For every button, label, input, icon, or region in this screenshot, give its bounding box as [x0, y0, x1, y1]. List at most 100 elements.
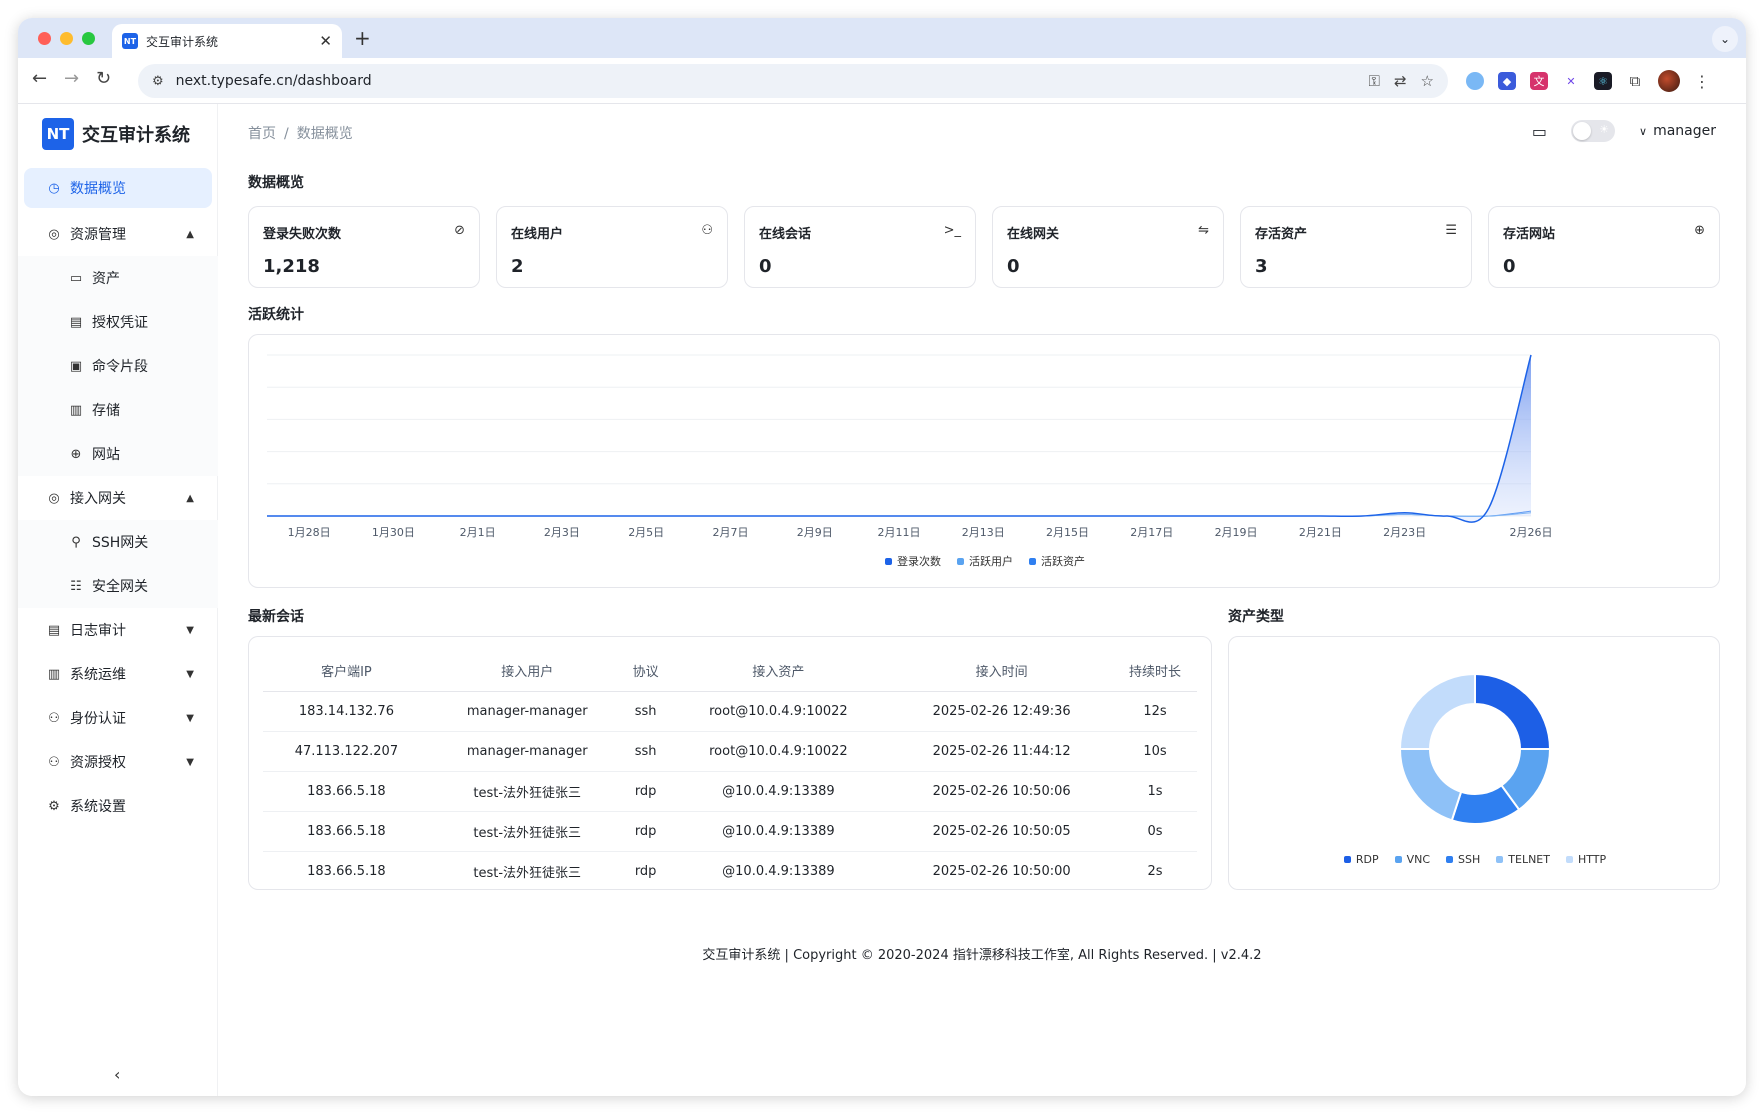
bookmark-star-icon[interactable]: ☆ [1421, 72, 1434, 90]
donut-slice-TELNET[interactable] [1398, 748, 1463, 822]
tab-close-icon[interactable]: ✕ [319, 32, 332, 50]
sidebar-item-ops[interactable]: ▥ 系统运维 ▼ [18, 652, 218, 696]
sidebar-item-credentials[interactable]: ▤ 授权凭证 [18, 300, 218, 344]
minimize-window-button[interactable] [60, 32, 73, 45]
asset-type-chart-panel: RDP VNC SSH TELNET HTTP [1228, 636, 1720, 890]
react-devtools-icon[interactable]: ⚛ [1594, 72, 1612, 90]
table-cell: manager-manager [429, 691, 625, 732]
activity-area-chart: 1月28日 1月30日 2月1日 2月3日 2月5日 2月7日 2月9日 2月11日 2月13日… [266, 354, 1553, 539]
x-tick-label: 2月3日 [544, 526, 580, 539]
table-cell: rdp [634, 863, 657, 879]
password-key-icon[interactable]: ⚿ [1369, 72, 1380, 90]
breadcrumb-home[interactable]: 首页 [248, 126, 276, 142]
sidebar-item-identity[interactable]: ⚇ 身份认证 ▼ [18, 696, 218, 740]
sidebar-item-label: 身份认证 [70, 711, 126, 727]
extension-x-icon[interactable]: ✕ [1562, 72, 1580, 90]
laptop-icon[interactable]: ▭ [1532, 122, 1547, 141]
sidebar-item-label: 授权凭证 [92, 315, 148, 331]
legend-item[interactable]: SSH [1446, 853, 1480, 866]
sidebar-item-ssh-gateway[interactable]: ⚲ SSH网关 [18, 520, 218, 564]
sidebar-item-authorization[interactable]: ⚇ 资源授权 ▼ [18, 740, 218, 784]
user-menu[interactable]: ∨ manager [1639, 123, 1716, 139]
collapse-sidebar-icon[interactable]: ‹ [114, 1065, 120, 1084]
chevron-down-icon: ▼ [186, 624, 194, 636]
forward-icon[interactable]: → [64, 68, 79, 89]
column-header: 接入用户 [429, 651, 625, 692]
extension-circle-icon[interactable] [1466, 72, 1484, 90]
table-row[interactable]: 183.66.5.18 test-法外狂徒张三 rdp @10.0.4.9:13389… [263, 851, 1197, 891]
route-icon: ⇋ [1198, 223, 1209, 238]
sidebar-item-settings[interactable]: ⚙ 系统设置 [18, 784, 218, 828]
table-row[interactable]: 183.66.5.18 test-法外狂徒张三 rdp @10.0.4.9:13389… [263, 811, 1197, 852]
toggle-knob [1573, 122, 1591, 140]
column-header: 接入资产 [666, 651, 891, 692]
chevron-up-icon: ▲ [186, 492, 194, 504]
sidebar-item-storage[interactable]: ▥ 存储 [18, 388, 218, 432]
stat-cards: 登录失败次数 ⊘ 1,218 在线用户 ⚇ 2 在线会话 >_ 0 在线网关 ⇋ [248, 206, 1720, 288]
brand-logo: NT [42, 118, 74, 150]
server-icon: ☰ [1445, 223, 1457, 238]
close-window-button[interactable] [38, 32, 51, 45]
card-label: 存活网站 [1503, 227, 1556, 242]
card-label: 在线会话 [759, 227, 812, 242]
table-cell: 2025-02-26 10:50:05 [890, 811, 1114, 852]
sidebar-item-label: 系统运维 [70, 667, 126, 683]
table-cell: 2025-02-26 10:50:00 [932, 863, 1071, 879]
table-row[interactable]: 47.113.122.207 manager-manager ssh root@10.… [263, 731, 1197, 772]
donut-slice-RDP[interactable] [1474, 672, 1552, 750]
table-cell: 2s [1147, 863, 1163, 879]
brand[interactable]: NT 交互审计系统 [42, 118, 190, 150]
extension-translate-icon[interactable]: 文 [1530, 72, 1548, 90]
legend-item[interactable]: HTTP [1565, 853, 1606, 866]
sidebar-item-security-gateway[interactable]: ☷ 安全网关 [18, 564, 218, 608]
asset-type-donut-chart [1398, 672, 1552, 825]
table-cell: test-法外狂徒张三 [429, 771, 625, 812]
tab-search-chevron-icon[interactable]: ⌄ [1712, 26, 1738, 52]
maximize-window-button[interactable] [82, 32, 95, 45]
legend-item[interactable]: VNC [1394, 853, 1430, 866]
table-cell: manager-manager [429, 731, 625, 772]
tab-strip: NT 交互审计系统 ✕ + ⌄ [18, 18, 1746, 58]
sidebar-item-label: 网站 [92, 447, 120, 463]
new-tab-icon[interactable]: + [354, 26, 371, 50]
sidebar-item-overview[interactable]: ◷ 数据概览 [24, 168, 212, 208]
sidebar-item-log-audit[interactable]: ▤ 日志审计 ▼ [18, 608, 218, 652]
column-header: 协议 [624, 651, 667, 692]
sidebar-item-assets[interactable]: ▭ 资产 [18, 256, 218, 300]
legend-item[interactable]: 活跃资产 [1029, 553, 1085, 569]
theme-toggle[interactable]: ☀ [1571, 120, 1615, 142]
legend-item[interactable]: 活跃用户 [957, 553, 1013, 569]
browser-window: NT 交互审计系统 ✕ + ⌄ ← → ↻ ⚙ next.typesafe.cn… [18, 18, 1746, 1096]
card-label: 在线用户 [511, 227, 564, 242]
legend-item[interactable]: TELNET [1496, 853, 1550, 866]
donut-slice-HTTP[interactable] [1398, 672, 1476, 750]
translate-icon[interactable]: ⇄ [1394, 72, 1407, 90]
card-value: 3 [1255, 256, 1268, 277]
browser-menu-icon[interactable]: ⋮ [1694, 72, 1710, 91]
x-tick-label: 2月13日 [962, 526, 1005, 539]
profile-avatar[interactable] [1658, 70, 1680, 92]
table-cell: 183.66.5.18 [307, 863, 386, 879]
address-bar[interactable]: ⚙ next.typesafe.cn/dashboard ⚿ ⇄ ☆ [138, 64, 1448, 98]
extensions-puzzle-icon[interactable]: ⧉ [1626, 72, 1644, 90]
url-text[interactable]: next.typesafe.cn/dashboard [176, 73, 1369, 89]
extension-shield-icon[interactable]: ◆ [1498, 72, 1516, 90]
stat-card-alive-websites: 存活网站 ⊕ 0 [1488, 206, 1720, 288]
reload-icon[interactable]: ↻ [96, 68, 111, 89]
sidebar-item-resources[interactable]: ◎ 资源管理 ▲ [18, 212, 218, 256]
legend-item[interactable]: 登录次数 [885, 553, 941, 569]
sidebar-item-commands[interactable]: ▣ 命令片段 [18, 344, 218, 388]
chevron-up-icon: ▲ [186, 228, 194, 240]
site-settings-icon[interactable]: ⚙ [152, 74, 164, 89]
table-cell: 1s [1113, 771, 1197, 812]
shield-off-icon: ⊘ [454, 223, 465, 238]
sidebar-item-websites[interactable]: ⊕ 网站 [18, 432, 218, 476]
column-header: 客户端IP [263, 651, 430, 692]
browser-tab[interactable]: NT 交互审计系统 ✕ [112, 24, 342, 58]
back-icon[interactable]: ← [32, 68, 47, 89]
legend-item[interactable]: RDP [1343, 853, 1379, 866]
legend-swatch [1029, 557, 1036, 565]
table-row[interactable]: 183.14.132.76 manager-manager ssh root@10.0… [263, 691, 1197, 732]
table-row[interactable]: 183.66.5.18 test-法外狂徒张三 rdp @10.0.4.9:13389… [263, 771, 1197, 812]
sidebar-item-gateways[interactable]: ◎ 接入网关 ▲ [18, 476, 218, 520]
